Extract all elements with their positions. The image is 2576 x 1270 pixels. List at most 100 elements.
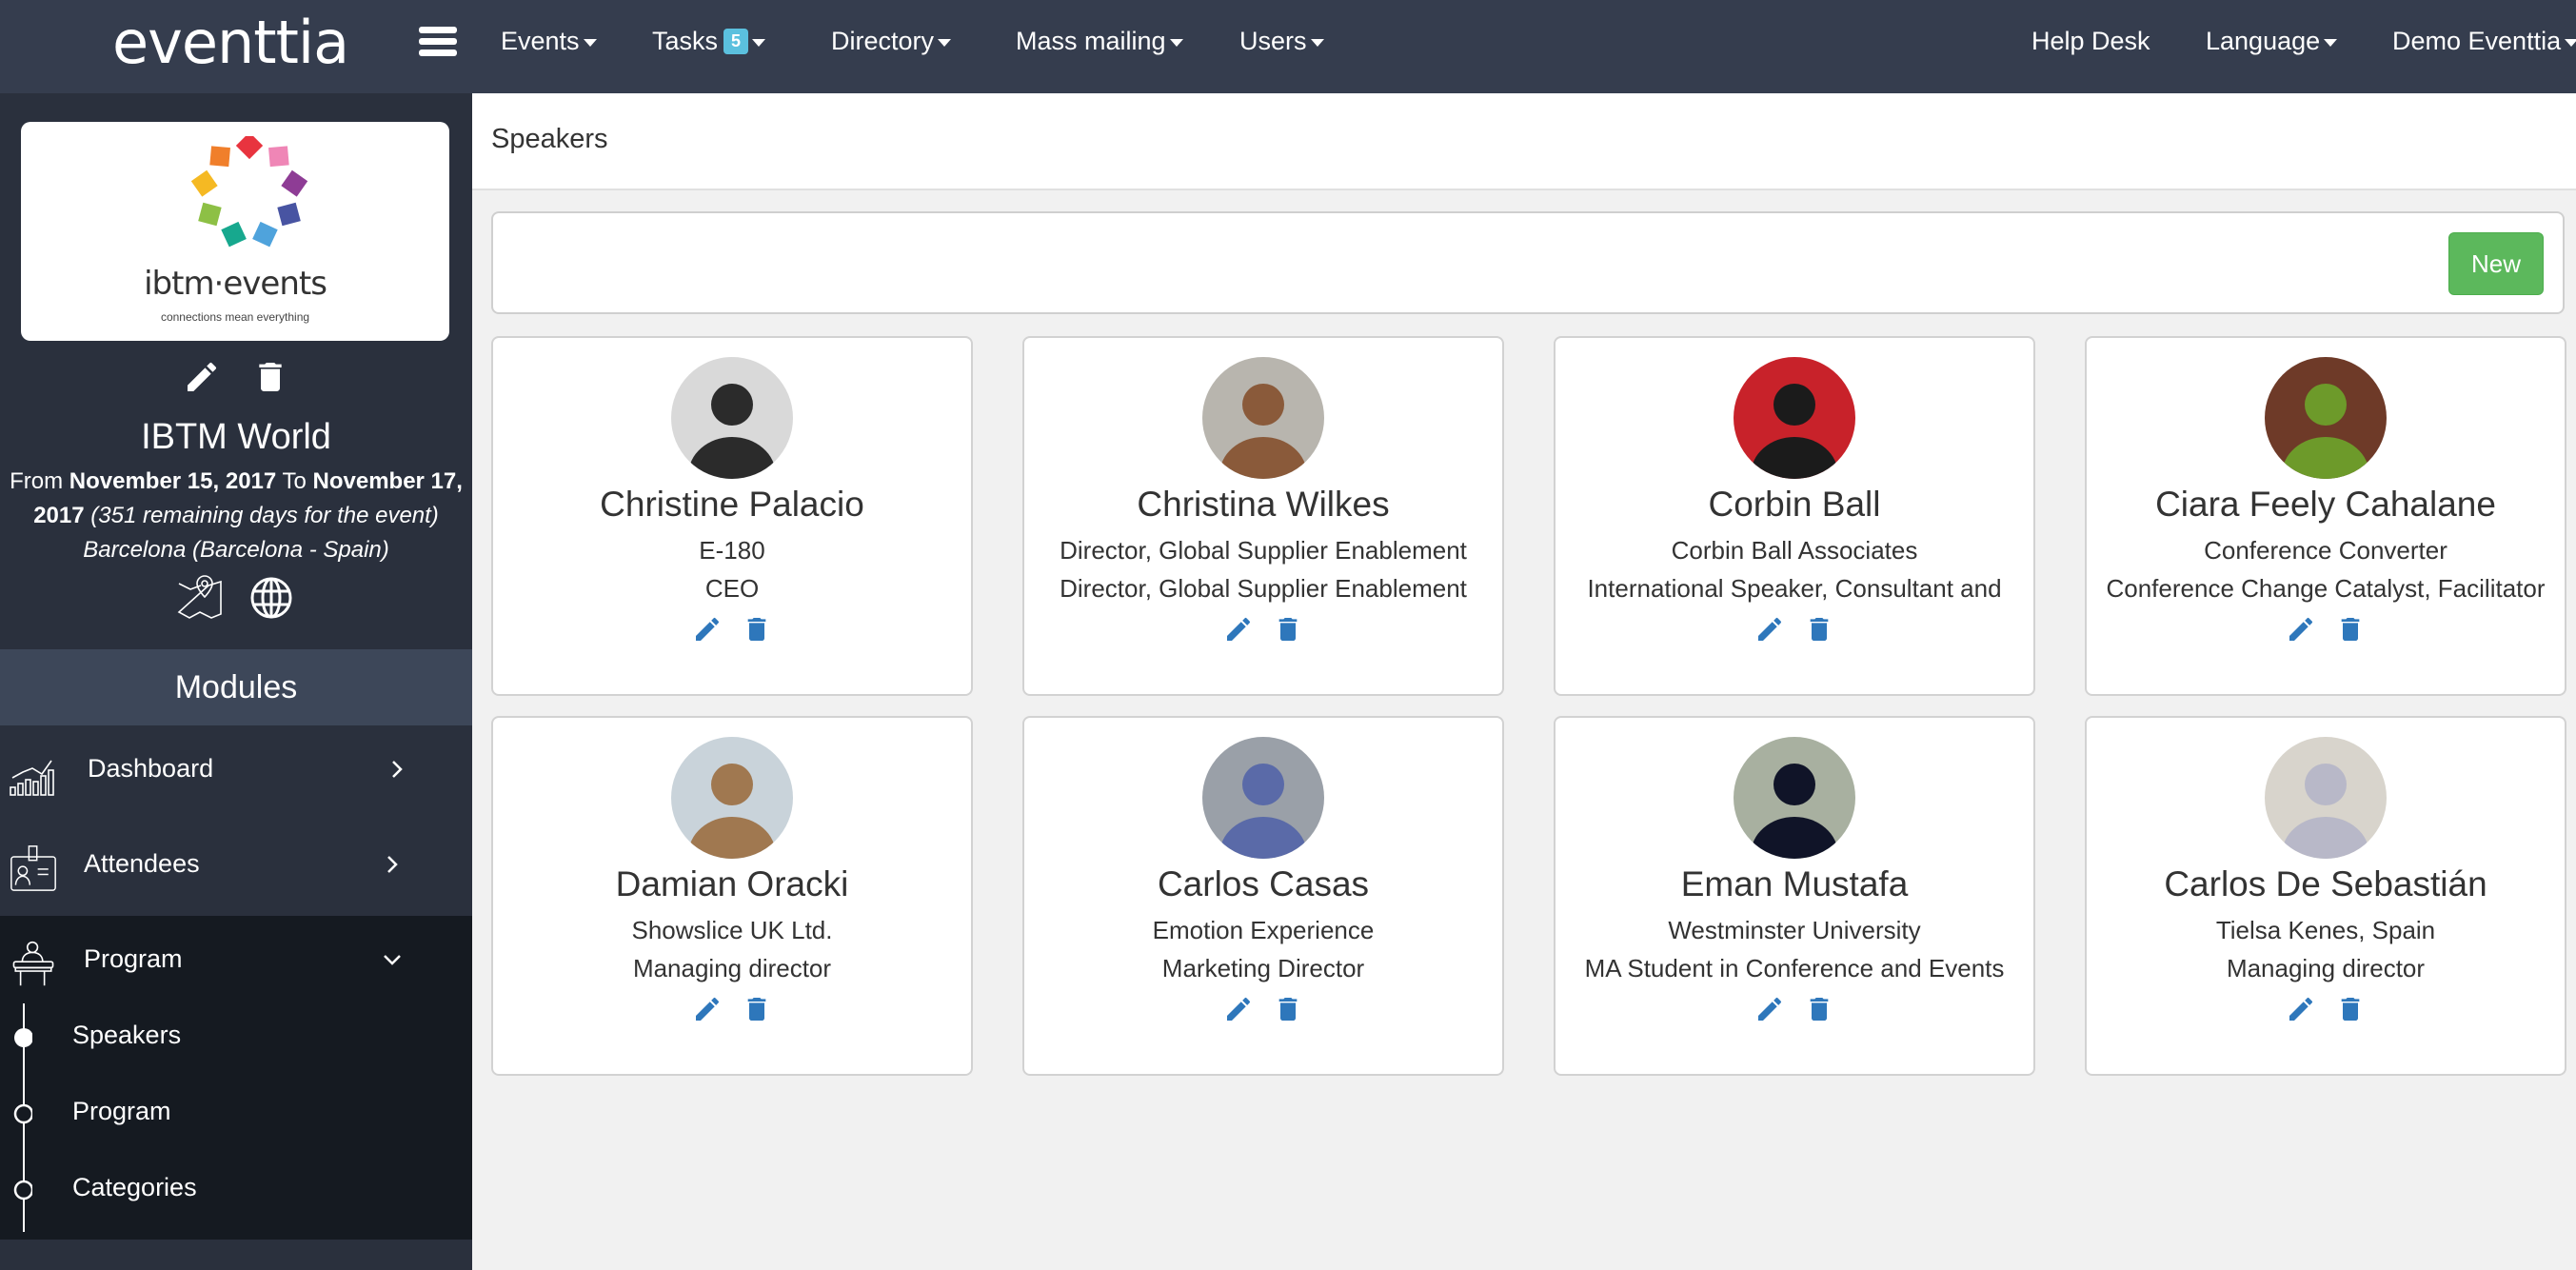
- sidebar-subitem-program[interactable]: Program: [72, 1097, 171, 1126]
- speaker-name: Corbin Ball: [1708, 485, 1881, 524]
- edit-pencil-icon[interactable]: [2286, 994, 2316, 1024]
- sidebar-subitem-categories[interactable]: Categories: [72, 1173, 197, 1202]
- nav-mass-mailing[interactable]: Mass mailing: [1016, 27, 1183, 56]
- speaker-actions: [1024, 614, 1502, 649]
- speaker-avatar[interactable]: [1202, 357, 1324, 479]
- speaker-position: Marketing Director: [1161, 954, 1365, 982]
- nav-events[interactable]: Events: [501, 27, 597, 56]
- speaker-avatar[interactable]: [671, 737, 793, 859]
- event-dates: From November 15, 2017 To November 17, 2…: [8, 465, 465, 567]
- event-actions: [0, 358, 472, 401]
- program-podium-icon: [12, 941, 54, 986]
- edit-pencil-icon[interactable]: [2286, 614, 2316, 645]
- speaker-position: Conference Change Catalyst, Facilitator: [2106, 574, 2546, 603]
- caret-down-icon: [583, 38, 597, 47]
- speaker-card: Ciara Feely Cahalane Conference Converte…: [2085, 336, 2566, 696]
- speaker-name: Damian Oracki: [615, 864, 849, 903]
- ibtm-logo-mark-icon: [190, 136, 308, 248]
- delete-trash-icon[interactable]: [1273, 994, 1303, 1024]
- nav-help-desk[interactable]: Help Desk: [2031, 27, 2150, 56]
- speaker-avatar[interactable]: [1734, 357, 1855, 479]
- hamburger-menu-icon[interactable]: [419, 27, 457, 59]
- delete-trash-icon[interactable]: [1804, 994, 1834, 1024]
- toolbar-panel: New: [491, 211, 2565, 314]
- sidebar-item-label: Attendees: [84, 849, 200, 878]
- edit-event-pencil-icon[interactable]: [183, 358, 221, 396]
- speaker-name: Carlos Casas: [1157, 864, 1370, 903]
- page-header: Speakers: [472, 93, 2576, 190]
- avatar-photo-placeholder: [1202, 357, 1324, 479]
- speaker-position: Director, Global Supplier Enablement: [1060, 574, 1467, 603]
- speaker-card: Carlos De Sebastián Tielsa Kenes, Spain …: [2085, 716, 2566, 1076]
- new-speaker-button[interactable]: New: [2448, 232, 2544, 295]
- caret-down-icon: [2324, 38, 2338, 47]
- speaker-position: Managing director: [632, 954, 832, 982]
- sidebar-item-label: Dashboard: [88, 754, 214, 783]
- sidebar-subitem-speakers[interactable]: Speakers: [72, 1021, 181, 1050]
- main-content: Speakers New Christine Palacio E-180 CEO: [472, 93, 2576, 1270]
- nav-directory[interactable]: Directory: [831, 27, 952, 56]
- delete-trash-icon[interactable]: [2335, 994, 2366, 1024]
- avatar-photo-placeholder: [1734, 357, 1855, 479]
- dashboard-chart-icon: [10, 760, 54, 796]
- edit-pencil-icon[interactable]: [1223, 994, 1254, 1024]
- globe-icon[interactable]: [248, 574, 295, 622]
- nav-users[interactable]: Users: [1239, 27, 1324, 56]
- speaker-company: Conference Converter: [2204, 536, 2447, 565]
- speaker-card: Corbin Ball Corbin Ball Associates Inter…: [1554, 336, 2035, 696]
- speaker-avatar[interactable]: [2265, 737, 2387, 859]
- nav-tasks[interactable]: Tasks 5: [652, 27, 766, 56]
- edit-pencil-icon[interactable]: [692, 994, 723, 1024]
- delete-trash-icon[interactable]: [742, 614, 772, 645]
- from-label: From: [10, 468, 64, 494]
- speaker-actions: [493, 614, 971, 649]
- inactive-dot-icon: [13, 1180, 32, 1201]
- delete-trash-icon[interactable]: [2335, 614, 2366, 645]
- speaker-name: Eman Mustafa: [1680, 864, 1909, 903]
- top-navbar: eventtia Events Tasks 5 Directory Mass ma…: [0, 0, 2576, 93]
- speaker-actions: [1556, 994, 2033, 1029]
- chevron-right-icon: [392, 761, 403, 778]
- sidebar-item-attendees[interactable]: Attendees: [0, 821, 472, 916]
- nav-user-menu[interactable]: Demo Eventtia: [2392, 27, 2576, 56]
- nav-help-desk-label: Help Desk: [2031, 27, 2150, 55]
- attendees-badge-icon: [10, 845, 56, 891]
- speaker-card: Carlos Casas Emotion Experience Marketin…: [1022, 716, 1504, 1076]
- caret-down-icon: [1169, 38, 1183, 47]
- speaker-company: Corbin Ball Associates: [1671, 536, 1918, 565]
- page-title: Speakers: [491, 124, 608, 154]
- nav-tasks-label: Tasks: [652, 27, 719, 55]
- speaker-avatar[interactable]: [671, 357, 793, 479]
- speaker-name: Christine Palacio: [600, 485, 864, 524]
- logo-text: ibtm·events: [144, 265, 327, 303]
- brand-logo[interactable]: eventtia: [112, 8, 349, 77]
- to-label: To: [282, 468, 307, 494]
- speaker-card: Damian Oracki Showslice UK Ltd. Managing…: [491, 716, 973, 1076]
- delete-trash-icon[interactable]: [1804, 614, 1834, 645]
- speaker-company: E-180: [699, 536, 765, 565]
- speaker-avatar[interactable]: [2265, 357, 2387, 479]
- edit-pencil-icon[interactable]: [1223, 614, 1254, 645]
- delete-trash-icon[interactable]: [1273, 614, 1303, 645]
- edit-pencil-icon[interactable]: [1754, 614, 1785, 645]
- speaker-avatar[interactable]: [1202, 737, 1324, 859]
- avatar-photo-placeholder: [671, 357, 793, 479]
- avatar-photo-placeholder: [671, 737, 793, 859]
- speaker-name: Carlos De Sebastián: [2164, 864, 2487, 903]
- edit-pencil-icon[interactable]: [692, 614, 723, 645]
- speaker-actions: [2087, 994, 2565, 1029]
- nav-language[interactable]: Language: [2206, 27, 2338, 56]
- delete-event-trash-icon[interactable]: [251, 358, 289, 396]
- edit-pencil-icon[interactable]: [1754, 994, 1785, 1024]
- sidebar-item-dashboard[interactable]: Dashboard: [0, 725, 472, 821]
- nav-users-label: Users: [1239, 27, 1307, 55]
- sidebar-item-program[interactable]: Program: [0, 916, 472, 1011]
- speaker-position: Managing director: [2226, 954, 2426, 982]
- map-pin-icon[interactable]: [177, 574, 225, 622]
- avatar-photo-placeholder: [2265, 357, 2387, 479]
- delete-trash-icon[interactable]: [742, 994, 772, 1024]
- speaker-avatar[interactable]: [1734, 737, 1855, 859]
- chevron-right-icon: [387, 856, 398, 873]
- event-links: [0, 574, 472, 626]
- chevron-down-icon: [384, 955, 401, 965]
